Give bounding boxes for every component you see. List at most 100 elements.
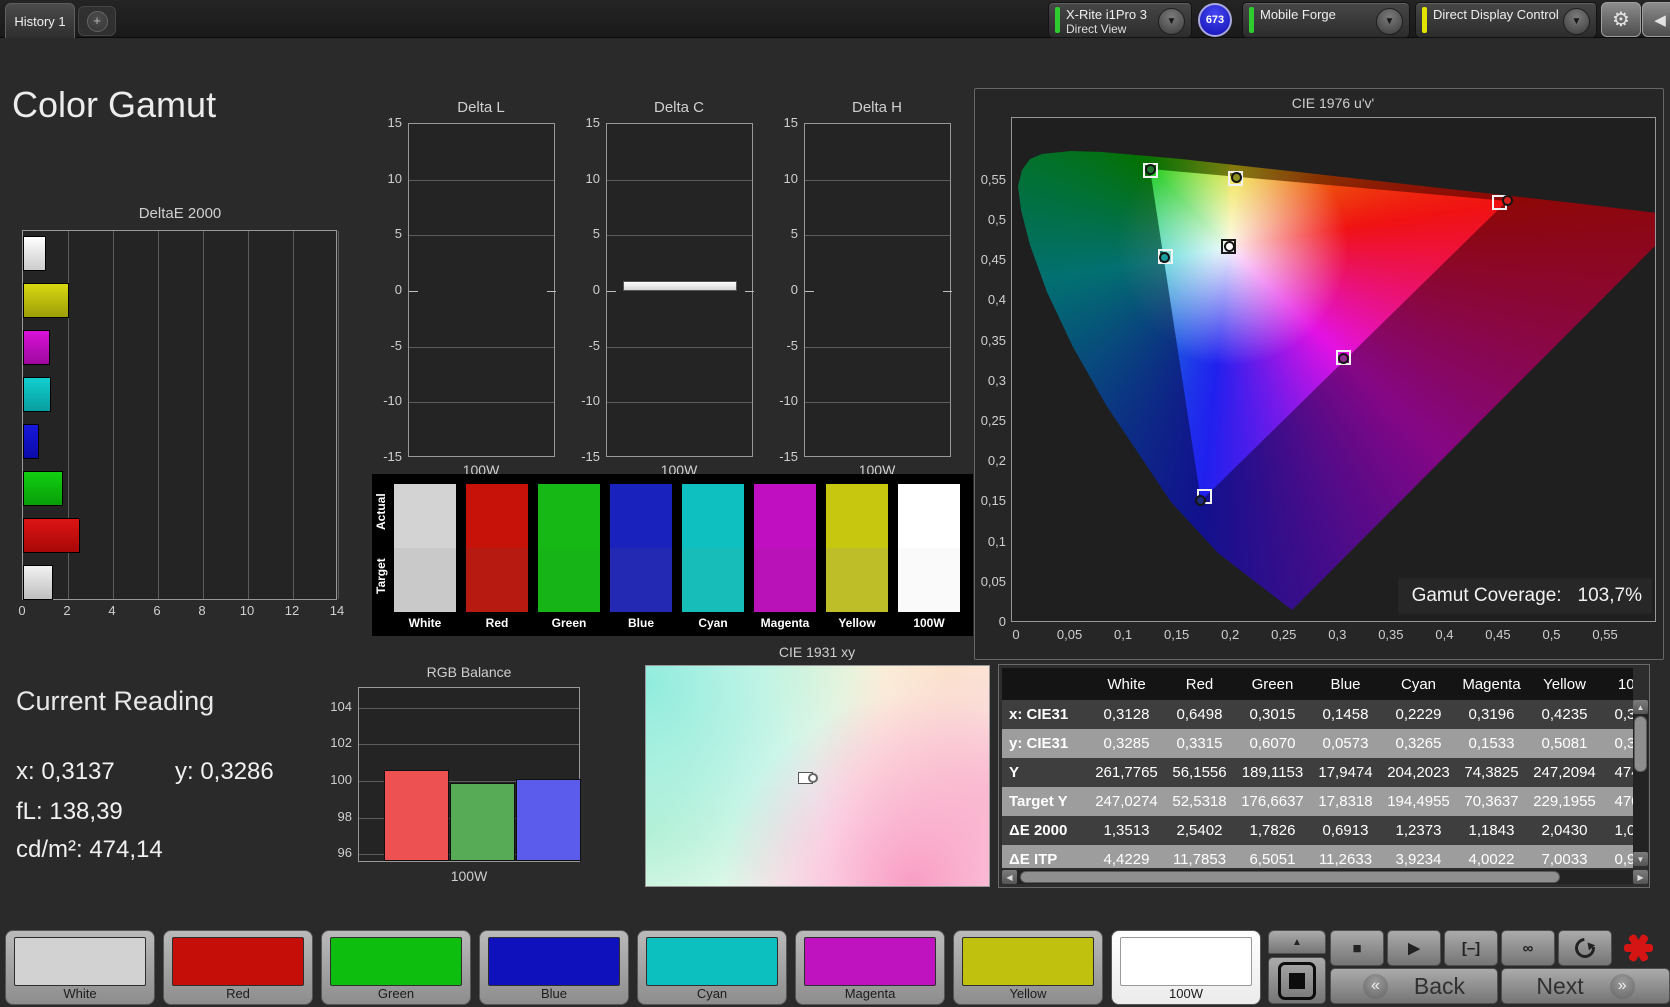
table-cell: 0,2229	[1395, 706, 1442, 723]
next-button-label: Next	[1536, 972, 1584, 999]
scroll-left-icon[interactable]: ◀	[1002, 870, 1017, 884]
scroll-down-icon[interactable]: ▼	[1633, 852, 1648, 866]
measurement-table: White Red Green Blue Cyan Magenta Yellow 100W x:…	[998, 664, 1650, 888]
delta_l-y-tick: -15	[383, 449, 402, 464]
delta_l-y-tick: -5	[390, 337, 402, 353]
row-label: Y	[1009, 764, 1020, 781]
deltae-bar-yellow	[23, 283, 69, 318]
delta-h-chart	[804, 123, 952, 457]
gridline	[293, 231, 294, 599]
gridline	[409, 346, 554, 348]
deltae2000-chart	[22, 230, 339, 600]
delta_h-y-tick: -5	[786, 337, 798, 353]
pattern-button-cyan[interactable]: Cyan	[637, 930, 787, 1005]
delta-c-chart-title: Delta C	[653, 99, 705, 116]
stop-icon: ■	[1352, 939, 1362, 957]
pattern-swatch	[14, 937, 146, 986]
delta-l-chart-title: Delta L	[457, 99, 505, 116]
table-cell: 0,4235	[1541, 706, 1588, 723]
meter-mode: Direct View	[1066, 22, 1127, 36]
interval-button[interactable]: [–]	[1444, 930, 1498, 966]
pattern-button-yellow[interactable]: Yellow	[953, 930, 1103, 1005]
scroll-right-icon[interactable]: ▶	[1633, 870, 1648, 884]
swatch-label: White	[408, 616, 442, 630]
zero-tick	[805, 291, 814, 292]
back-button[interactable]: « Back	[1330, 968, 1498, 1004]
gridline	[607, 179, 752, 181]
table-cell: 0,1458	[1322, 706, 1369, 723]
chevron-down-icon[interactable]: ▼	[1563, 8, 1590, 35]
add-tab-button[interactable]: +	[78, 6, 116, 36]
gridline	[607, 235, 752, 237]
table-cell: 229,1955	[1533, 793, 1596, 810]
tab-history-1[interactable]: History 1	[5, 3, 75, 38]
pattern-button-blue[interactable]: Blue	[479, 930, 629, 1005]
delta-h-chart-title: Delta H	[851, 99, 903, 116]
collapse-panel-button[interactable]: ◀	[1642, 2, 1670, 37]
cie-y-tick: 0	[998, 614, 1006, 629]
table-row: x: CIE31 0,3128 0,6498 0,3015 0,1458 0,2229 0,…	[1002, 700, 1633, 729]
deltae-bar-magenta	[23, 330, 50, 365]
delta_c-y-tick: -10	[581, 393, 600, 409]
delta_c-y-tick: -15	[581, 449, 600, 464]
cie1931-chart-title: CIE 1931 xy	[778, 644, 856, 660]
table-header-blue: Blue	[1330, 675, 1361, 693]
next-button[interactable]: Next »	[1501, 968, 1670, 1004]
swatch-label: Magenta	[760, 616, 810, 630]
pattern-swatch	[962, 937, 1094, 986]
pattern-button-100w[interactable]: 100W	[1111, 930, 1261, 1005]
settings-button[interactable]: ⚙	[1601, 2, 1641, 37]
meter-dropdown[interactable]: X-Rite i1Pro 3 Direct View ▼	[1048, 2, 1192, 38]
table-cell: 74,3825	[1464, 764, 1519, 781]
xy-marker-circle	[808, 773, 819, 784]
table-cell: 6,5051	[1249, 851, 1296, 868]
table-row: y: CIE31 0,3285 0,3315 0,6070 0,0573 0,3265 0,…	[1002, 729, 1633, 758]
table-vertical-scrollbar[interactable]: ▲ ▼	[1633, 700, 1648, 866]
gridline	[805, 402, 950, 404]
table-cell: 2,0430	[1541, 822, 1588, 839]
actual-swatch	[826, 484, 888, 548]
loop-button[interactable]: ∞	[1501, 930, 1555, 966]
workflow-dropdown[interactable]: Direct Display Control ▼	[1415, 2, 1597, 38]
table-cell: 11,2633	[1318, 851, 1373, 868]
pattern-button-label: Blue	[540, 986, 568, 1001]
table-cell: 204,2023	[1387, 764, 1450, 781]
table-cell: 0,1533	[1468, 735, 1515, 752]
pattern-button-green[interactable]: Green	[321, 930, 471, 1005]
cie-x-tick: 0	[1012, 627, 1020, 642]
cie-x-tick: 0,5	[1542, 627, 1561, 642]
delta_h-y-tick: 0	[790, 282, 798, 297]
table-cell: 0,3315	[1176, 735, 1223, 752]
pattern-button-red[interactable]: Red	[163, 930, 313, 1005]
table-cell: 194,4955	[1387, 793, 1450, 810]
table-cell: 2,5402	[1176, 822, 1223, 839]
delta_h-y-tick: 15	[783, 115, 798, 130]
cie-y-tick: 0,35	[980, 332, 1006, 348]
pattern-button-magenta[interactable]: Magenta	[795, 930, 945, 1005]
table-cell: 3,9234	[1395, 851, 1442, 868]
chevron-down-icon[interactable]: ▼	[1158, 8, 1185, 35]
table-cell: 0,6913	[1322, 822, 1369, 839]
gridline	[409, 179, 554, 181]
cie-y-tick: 0,5	[987, 212, 1006, 227]
table-cell: 1,1843	[1468, 822, 1515, 839]
gridline	[607, 346, 752, 348]
table-horizontal-scrollbar[interactable]: ◀ ▶	[1002, 870, 1648, 884]
scroll-up-icon[interactable]: ▲	[1633, 700, 1648, 714]
table-row: Target Y 247,0274 52,5318 176,6637 17,8318 19…	[1002, 787, 1633, 816]
chevron-down-icon[interactable]: ▼	[1376, 8, 1403, 35]
pattern-button-white[interactable]: White	[5, 930, 155, 1005]
horizontal-scroll-thumb[interactable]	[1020, 871, 1560, 883]
source-dropdown[interactable]: Mobile Forge ▼	[1242, 2, 1410, 38]
vertical-scroll-thumb[interactable]	[1634, 716, 1647, 772]
cie-y-tick: 0,05	[980, 573, 1006, 589]
play-button[interactable]: ▶	[1387, 930, 1441, 966]
cie-y-tick: 0,3	[987, 372, 1006, 388]
swatch-label: Cyan	[698, 616, 728, 630]
table-cell: 4,0022	[1468, 851, 1515, 868]
pattern-window-expand-button[interactable]: ▲	[1268, 930, 1326, 954]
refresh-button[interactable]	[1558, 930, 1612, 966]
pattern-window-button[interactable]	[1268, 957, 1326, 1004]
reading-cdm2: cd/m²: 474,14	[16, 836, 163, 863]
stop-button[interactable]: ■	[1330, 930, 1384, 966]
